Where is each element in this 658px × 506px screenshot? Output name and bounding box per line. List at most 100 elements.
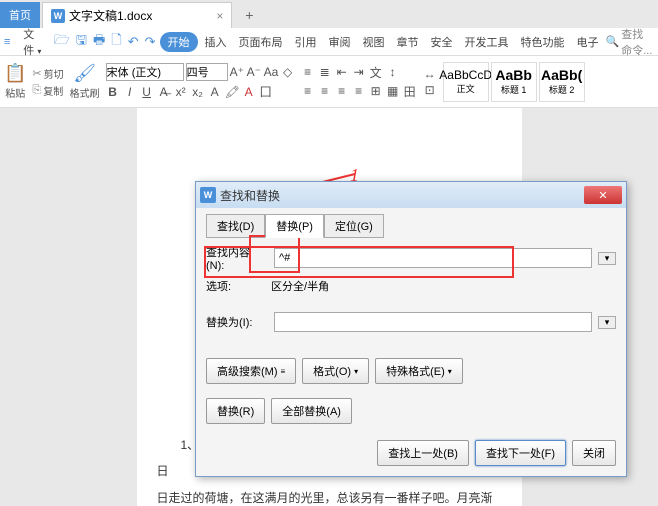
menu-view[interactable]: 视图 <box>358 32 390 52</box>
find-replace-dialog: W 查找和替换 ✕ 查找(D) 替换(P) 定位(G) 查找内容(N): ▾ 选… <box>195 181 627 477</box>
align-justify-icon[interactable]: ≡ <box>352 84 366 98</box>
close-button[interactable]: 关闭 <box>572 440 616 466</box>
bold-button[interactable]: B <box>106 85 120 99</box>
decrease-font-icon[interactable]: A⁻ <box>247 65 261 79</box>
find-content-label: 查找内容(N): <box>206 244 268 272</box>
style-normal[interactable]: AaBbCcD 正文 <box>443 62 489 102</box>
menu-dev-tools[interactable]: 开发工具 <box>460 32 514 52</box>
ribbon: 📋 粘贴 ✂剪切 ⎘复制 🖌 格式刷 A⁺ A⁻ Aa ◇ B I U A̶ x… <box>0 56 658 108</box>
increase-font-icon[interactable]: A⁺ <box>230 65 244 79</box>
find-prev-button[interactable]: 查找上一处(B) <box>377 440 469 466</box>
menu-chapter[interactable]: 章节 <box>392 32 424 52</box>
find-next-button[interactable]: 查找下一处(F) <box>475 440 566 466</box>
font-family-select[interactable] <box>106 63 184 81</box>
indent-right-icon[interactable]: ⇥ <box>352 65 366 79</box>
paste-button[interactable]: 📋 粘贴 <box>4 63 26 100</box>
tab-goto[interactable]: 定位(G) <box>324 214 384 238</box>
file-menu[interactable]: 文件 ▾ <box>17 24 49 60</box>
menu-references[interactable]: 引用 <box>290 32 322 52</box>
dialog-titlebar[interactable]: W 查找和替换 ✕ <box>196 182 626 208</box>
distribute-icon[interactable]: ⊞ <box>369 84 383 98</box>
char-border-button[interactable]: 囗 <box>259 83 273 100</box>
special-format-button[interactable]: 特殊格式(E) ▾ <box>375 358 463 384</box>
align-center-icon[interactable]: ≡ <box>318 84 332 98</box>
options-row: 选项: 区分全/半角 <box>206 278 616 294</box>
menu-bar: ≡ 文件 ▾ 🗁 🖫 🖶 🗋 ↶ ↷ 开始 插入 页面布局 引用 审阅 视图 章… <box>0 28 658 56</box>
tool-icon-a[interactable]: ↔ <box>423 67 437 81</box>
shading-icon[interactable]: ▦ <box>386 84 400 98</box>
caret-down-icon: ▾ <box>448 367 452 376</box>
format-painter-icon: 🖌 <box>73 63 96 84</box>
clear-format-icon[interactable]: ◇ <box>281 65 295 79</box>
replace-with-label: 替换为(I): <box>206 314 268 330</box>
dialog-close-button[interactable]: ✕ <box>584 186 622 204</box>
qat-open-icon[interactable]: 🗁 <box>52 31 72 53</box>
tab-document-label: 文字文稿1.docx <box>69 7 152 24</box>
qat-redo-icon[interactable]: ↷ <box>143 34 158 50</box>
app-menu-icon[interactable]: ≡ <box>4 36 15 48</box>
format-button[interactable]: 格式(O) ▾ <box>302 358 369 384</box>
align-left-icon[interactable]: ≡ <box>301 84 315 98</box>
find-dropdown-icon[interactable]: ▾ <box>598 252 616 265</box>
replace-all-button[interactable]: 全部替换(A) <box>271 398 352 424</box>
menu-page-layout[interactable]: 页面布局 <box>234 32 288 52</box>
find-content-row: 查找内容(N): ▾ <box>206 244 616 272</box>
caret-down-icon: ▾ <box>354 367 358 376</box>
tab-replace[interactable]: 替换(P) <box>265 214 324 238</box>
text-effects-button[interactable]: A <box>208 85 222 99</box>
find-content-input[interactable] <box>274 248 592 268</box>
tab-add-button[interactable]: + <box>236 2 262 28</box>
tab-find[interactable]: 查找(D) <box>206 214 265 238</box>
replace-one-button[interactable]: 替换(R) <box>206 398 265 424</box>
paragraph[interactable]: 日走过的荷塘，在这满月的光里，总该另有一番样子吧。月亮渐渐地 <box>157 485 502 506</box>
copy-icon: ⎘ <box>32 84 41 97</box>
styles-gallery: AaBbCcD 正文 AaBb 标题 1 AaBb( 标题 2 <box>443 62 585 102</box>
advanced-buttons-row: 高级搜索(M) ≡ 格式(O) ▾ 特殊格式(E) ▾ <box>206 358 616 384</box>
font-color-button[interactable]: A <box>242 85 256 99</box>
command-search[interactable]: 🔍 查找命令... <box>606 26 655 58</box>
indent-left-icon[interactable]: ⇤ <box>335 65 349 79</box>
menu-features[interactable]: 特色功能 <box>516 32 570 52</box>
qat-preview-icon[interactable]: 🗋 <box>109 31 123 53</box>
format-painter-button[interactable]: 🖌 格式刷 <box>70 63 100 100</box>
strikethrough-button[interactable]: A̶ <box>157 85 171 99</box>
replace-buttons-row: 替换(R) 全部替换(A) <box>206 398 616 424</box>
dialog-icon: W <box>200 187 216 203</box>
qat-undo-icon[interactable]: ↶ <box>126 34 141 50</box>
menu-start[interactable]: 开始 <box>160 32 198 52</box>
search-icon: 🔍 <box>606 35 620 48</box>
line-spacing-icon[interactable]: ↕ <box>386 65 400 79</box>
borders-icon[interactable]: 田 <box>403 83 417 100</box>
tool-icon-b[interactable]: ⊡ <box>423 83 437 97</box>
menu-security[interactable]: 安全 <box>426 32 458 52</box>
subscript-button[interactable]: x₂ <box>191 85 205 99</box>
align-right-icon[interactable]: ≡ <box>335 84 349 98</box>
change-case-icon[interactable]: Aa <box>264 65 278 79</box>
superscript-button[interactable]: x² <box>174 85 188 99</box>
underline-button[interactable]: U <box>140 85 154 99</box>
qat-save-icon[interactable]: 🖫 <box>74 31 89 53</box>
clipboard-group: ✂剪切 ⎘复制 <box>32 66 63 98</box>
replace-dropdown-icon[interactable]: ▾ <box>598 316 616 329</box>
number-list-icon[interactable]: ≣ <box>318 65 332 79</box>
text-direction-icon[interactable]: 文 <box>369 64 383 81</box>
tab-close-icon[interactable]: × <box>216 9 223 23</box>
menu-review[interactable]: 审阅 <box>324 32 356 52</box>
qat-print-icon[interactable]: 🖶 <box>91 31 107 53</box>
style-heading2[interactable]: AaBb( 标题 2 <box>539 62 585 102</box>
paragraph-group: ≡ ≣ ⇤ ⇥ 文 ↕ ≡ ≡ ≡ ≡ ⊞ ▦ 田 <box>301 64 417 100</box>
menu-electronic[interactable]: 电子 <box>572 32 604 52</box>
tools-group: ↔ ⊡ <box>423 67 437 97</box>
font-size-select[interactable] <box>186 63 228 81</box>
highlight-button[interactable]: 🖍 <box>225 85 239 99</box>
cut-button[interactable]: ✂剪切 <box>32 66 63 81</box>
replace-with-input[interactable] <box>274 312 592 332</box>
bullet-list-icon[interactable]: ≡ <box>301 65 315 79</box>
copy-button[interactable]: ⎘复制 <box>32 83 63 98</box>
tab-document[interactable]: W 文字文稿1.docx × <box>42 2 232 28</box>
italic-button[interactable]: I <box>123 85 137 99</box>
advanced-search-button[interactable]: 高级搜索(M) ≡ <box>206 358 296 384</box>
style-heading1[interactable]: AaBb 标题 1 <box>491 62 537 102</box>
menu-insert[interactable]: 插入 <box>200 32 232 52</box>
replace-with-row: 替换为(I): ▾ <box>206 312 616 332</box>
